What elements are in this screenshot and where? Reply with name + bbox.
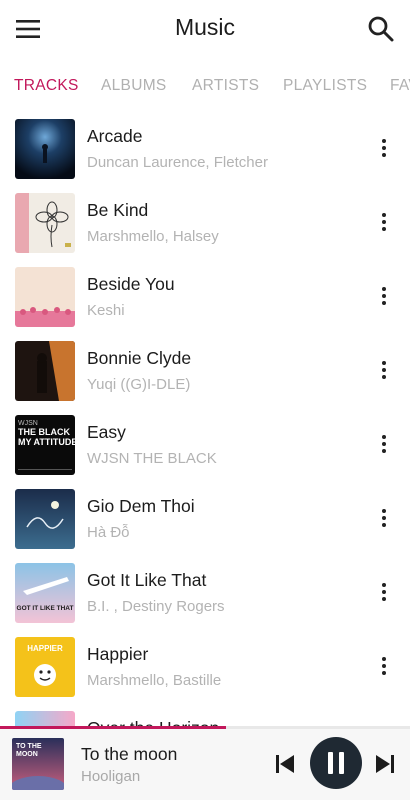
track-title: Easy — [87, 422, 126, 442]
album-art: WJSN THE BLACK MY ATTITUDE — [15, 415, 75, 475]
track-title: Got It Like That — [87, 570, 207, 590]
pause-icon — [339, 752, 344, 774]
album-art — [15, 193, 75, 253]
skip-previous-icon[interactable] — [274, 753, 296, 775]
pause-button[interactable] — [310, 737, 362, 789]
pause-icon — [328, 752, 333, 774]
progress-track[interactable] — [0, 726, 410, 729]
track-artist: Yuqi ((G)I-DLE) — [87, 376, 191, 393]
track-title: Arcade — [87, 126, 143, 146]
more-options-icon[interactable] — [372, 580, 396, 606]
page-title: Music — [174, 14, 236, 40]
more-options-icon[interactable] — [372, 358, 396, 384]
track-artist: B.I. , Destiny Rogers — [87, 598, 225, 615]
album-art — [15, 711, 75, 726]
tab-tracks[interactable]: TRACKS — [14, 77, 79, 95]
art-text: TO THE — [16, 743, 42, 750]
album-art — [15, 119, 75, 179]
track-title: Gio Dem Thoi — [87, 496, 195, 516]
art-text: HAPPIER — [27, 644, 63, 653]
album-art — [15, 341, 75, 401]
now-playing-artist: Hooligan — [81, 768, 141, 785]
art-text: WJSN — [18, 420, 38, 427]
art-text: MY ATTITUDE — [18, 437, 75, 447]
tab-albums[interactable]: ALBUMS — [101, 77, 167, 95]
track-artist: Hà Đỗ — [87, 524, 130, 541]
track-title: Bonnie Clyde — [87, 348, 192, 368]
art-text: THE BLACK — [18, 427, 70, 437]
tab-playlists[interactable]: PLAYLISTS — [283, 77, 367, 95]
tab-artists[interactable]: ARTISTS — [192, 77, 259, 95]
menu-icon[interactable] — [14, 17, 42, 41]
progress-fill — [0, 726, 226, 729]
more-options-icon[interactable] — [372, 654, 396, 680]
track-row[interactable]: WJSN THE BLACK MY ATTITUDE Easy WJSN THE… — [0, 408, 410, 482]
track-row[interactable]: GOT IT LIKE THAT Got It Like That B.I. ,… — [0, 556, 410, 630]
track-row[interactable]: Beside You Keshi — [0, 260, 410, 334]
track-artist: Keshi — [87, 302, 125, 319]
now-playing-art: TO THE MOON — [12, 738, 64, 790]
more-options-icon[interactable] — [372, 432, 396, 458]
track-row[interactable]: Be Kind Marshmello, Halsey — [0, 186, 410, 260]
art-text: GOT IT LIKE THAT — [17, 605, 74, 612]
track-title: Beside You — [87, 274, 175, 294]
track-title: Happier — [87, 644, 149, 664]
more-options-icon[interactable] — [372, 210, 396, 236]
more-options-icon[interactable] — [372, 506, 396, 532]
track-row[interactable]: HAPPIER Happier Marshmello, Bastille — [0, 630, 410, 704]
track-title: Be Kind — [87, 200, 149, 220]
art-text: MOON — [16, 751, 38, 758]
album-art — [15, 489, 75, 549]
tab-favorites[interactable]: FAVORITES — [390, 77, 410, 95]
more-options-icon[interactable] — [372, 136, 396, 162]
app-bar: Music — [0, 0, 410, 58]
search-icon[interactable] — [366, 14, 396, 44]
skip-next-icon[interactable] — [374, 753, 396, 775]
track-row[interactable]: Bonnie Clyde Yuqi ((G)I-DLE) — [0, 334, 410, 408]
more-options-icon[interactable] — [372, 284, 396, 310]
album-art — [15, 267, 75, 327]
track-artist: Marshmello, Halsey — [87, 228, 219, 245]
track-row[interactable]: Gio Dem Thoi Hà Đỗ — [0, 482, 410, 556]
track-list: Arcade Duncan Laurence, Fletcher Be Kind… — [0, 112, 410, 726]
album-art: HAPPIER — [15, 637, 75, 697]
tab-bar: TRACKS ALBUMS ARTISTS PLAYLISTS FAVORITE… — [0, 58, 410, 112]
album-art: GOT IT LIKE THAT — [15, 563, 75, 623]
track-artist: Marshmello, Bastille — [87, 672, 222, 689]
track-row[interactable]: Arcade Duncan Laurence, Fletcher — [0, 112, 410, 186]
track-artist: WJSN THE BLACK — [87, 450, 217, 467]
now-playing-bar[interactable]: TO THE MOON To the moon Hooligan — [0, 726, 410, 800]
track-artist: Duncan Laurence, Fletcher — [87, 154, 268, 171]
track-row[interactable]: Over the Horizon — [0, 704, 410, 726]
now-playing-title: To the moon — [81, 744, 178, 764]
track-title: Over the Horizon — [87, 718, 219, 726]
